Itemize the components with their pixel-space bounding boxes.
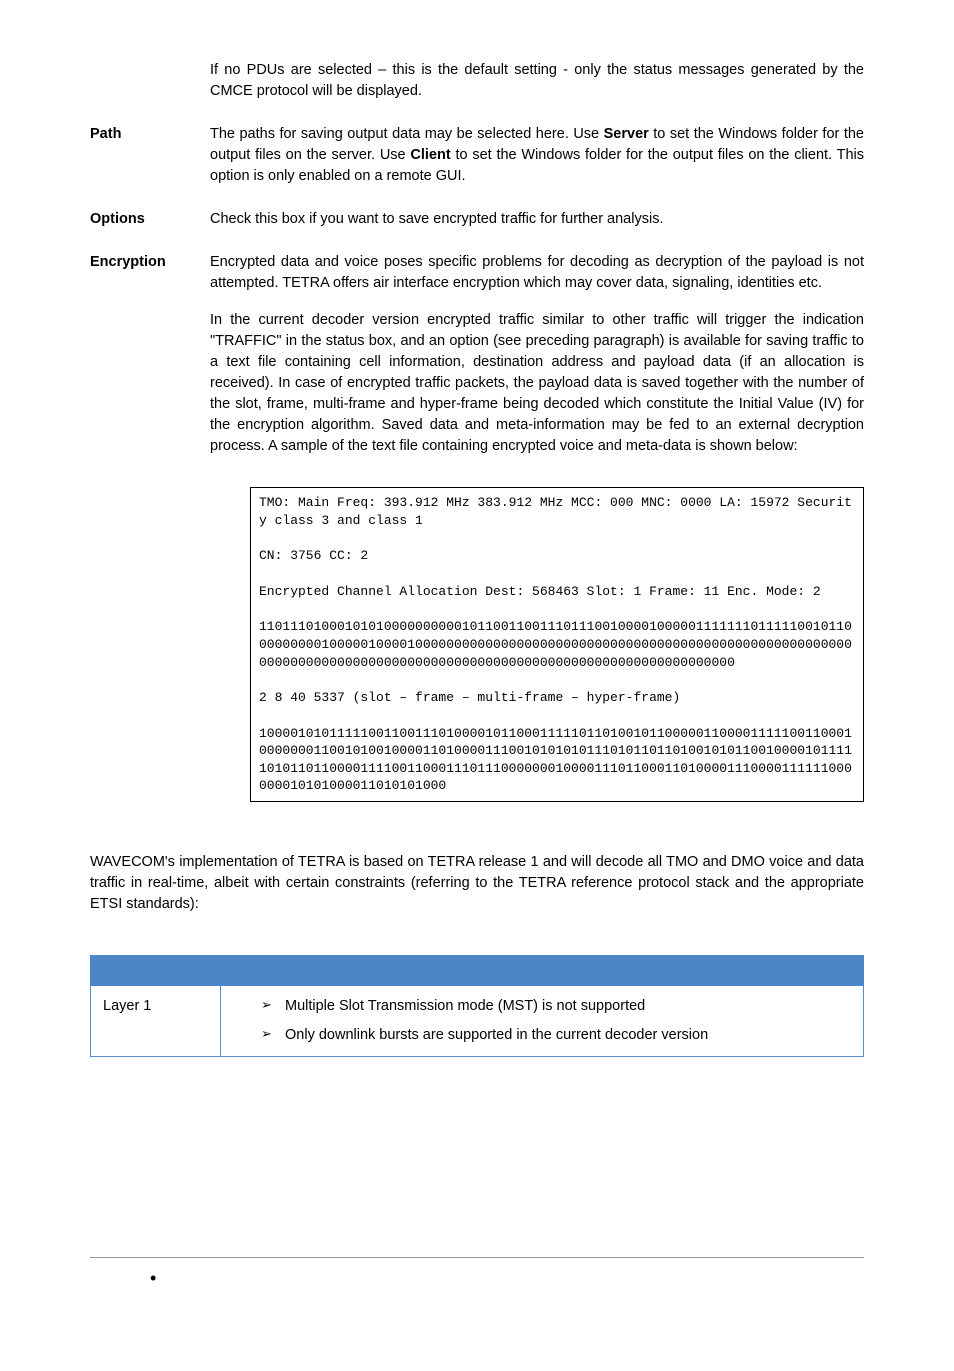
definition-paragraph: The paths for saving output data may be … <box>210 124 864 187</box>
constraints-list: Multiple Slot Transmission mode (MST) is… <box>233 996 851 1046</box>
code-line: 1101110100010101000000000010110011001110… <box>259 618 855 671</box>
definition-paragraph: Check this box if you want to save encry… <box>210 209 864 230</box>
definition-row: EncryptionEncrypted data and voice poses… <box>90 252 864 457</box>
code-line: 2 8 40 5337 (slot – frame – multi-frame … <box>259 689 855 707</box>
bold-text: Client <box>410 147 450 163</box>
summary-paragraph: WAVECOM's implementation of TETRA is bas… <box>90 852 864 915</box>
layer-cell: Layer 1 <box>91 985 221 1056</box>
list-item: Multiple Slot Transmission mode (MST) is… <box>261 996 851 1017</box>
definition-body: Check this box if you want to save encry… <box>210 209 864 230</box>
definition-term: Path <box>90 124 210 145</box>
code-line: 1000010101111100110011101000010110001111… <box>259 725 855 795</box>
code-line: CN: 3756 CC: 2 <box>259 547 855 565</box>
constraints-table: Layer 1 Multiple Slot Transmission mode (… <box>90 955 864 1057</box>
definition-paragraph: Encrypted data and voice poses specific … <box>210 252 864 294</box>
table-row: Layer 1 Multiple Slot Transmission mode (… <box>91 985 864 1056</box>
intro-paragraph: If no PDUs are selected – this is the de… <box>210 60 864 102</box>
definition-list: PathThe paths for saving output data may… <box>90 124 864 457</box>
definition-body: The paths for saving output data may be … <box>210 124 864 187</box>
list-item: Only downlink bursts are supported in th… <box>261 1025 851 1046</box>
definition-paragraph: In the current decoder version encrypted… <box>210 310 864 457</box>
code-line: TMO: Main Freq: 393.912 MHz 383.912 MHz … <box>259 494 855 529</box>
footer-bullet: • <box>150 1265 864 1291</box>
definition-body: Encrypted data and voice poses specific … <box>210 252 864 457</box>
table-header-desc <box>221 955 864 985</box>
footer-rule <box>90 1257 864 1258</box>
definition-row: PathThe paths for saving output data may… <box>90 124 864 187</box>
definition-term: Encryption <box>90 252 210 273</box>
definition-term: Options <box>90 209 210 230</box>
code-sample-box: TMO: Main Freq: 393.912 MHz 383.912 MHz … <box>250 487 864 802</box>
definition-row: OptionsCheck this box if you want to sav… <box>90 209 864 230</box>
table-header-layer <box>91 955 221 985</box>
constraints-tbody: Layer 1 Multiple Slot Transmission mode (… <box>91 985 864 1056</box>
code-line: Encrypted Channel Allocation Dest: 56846… <box>259 583 855 601</box>
bold-text: Server <box>604 126 649 142</box>
constraints-cell: Multiple Slot Transmission mode (MST) is… <box>221 985 864 1056</box>
